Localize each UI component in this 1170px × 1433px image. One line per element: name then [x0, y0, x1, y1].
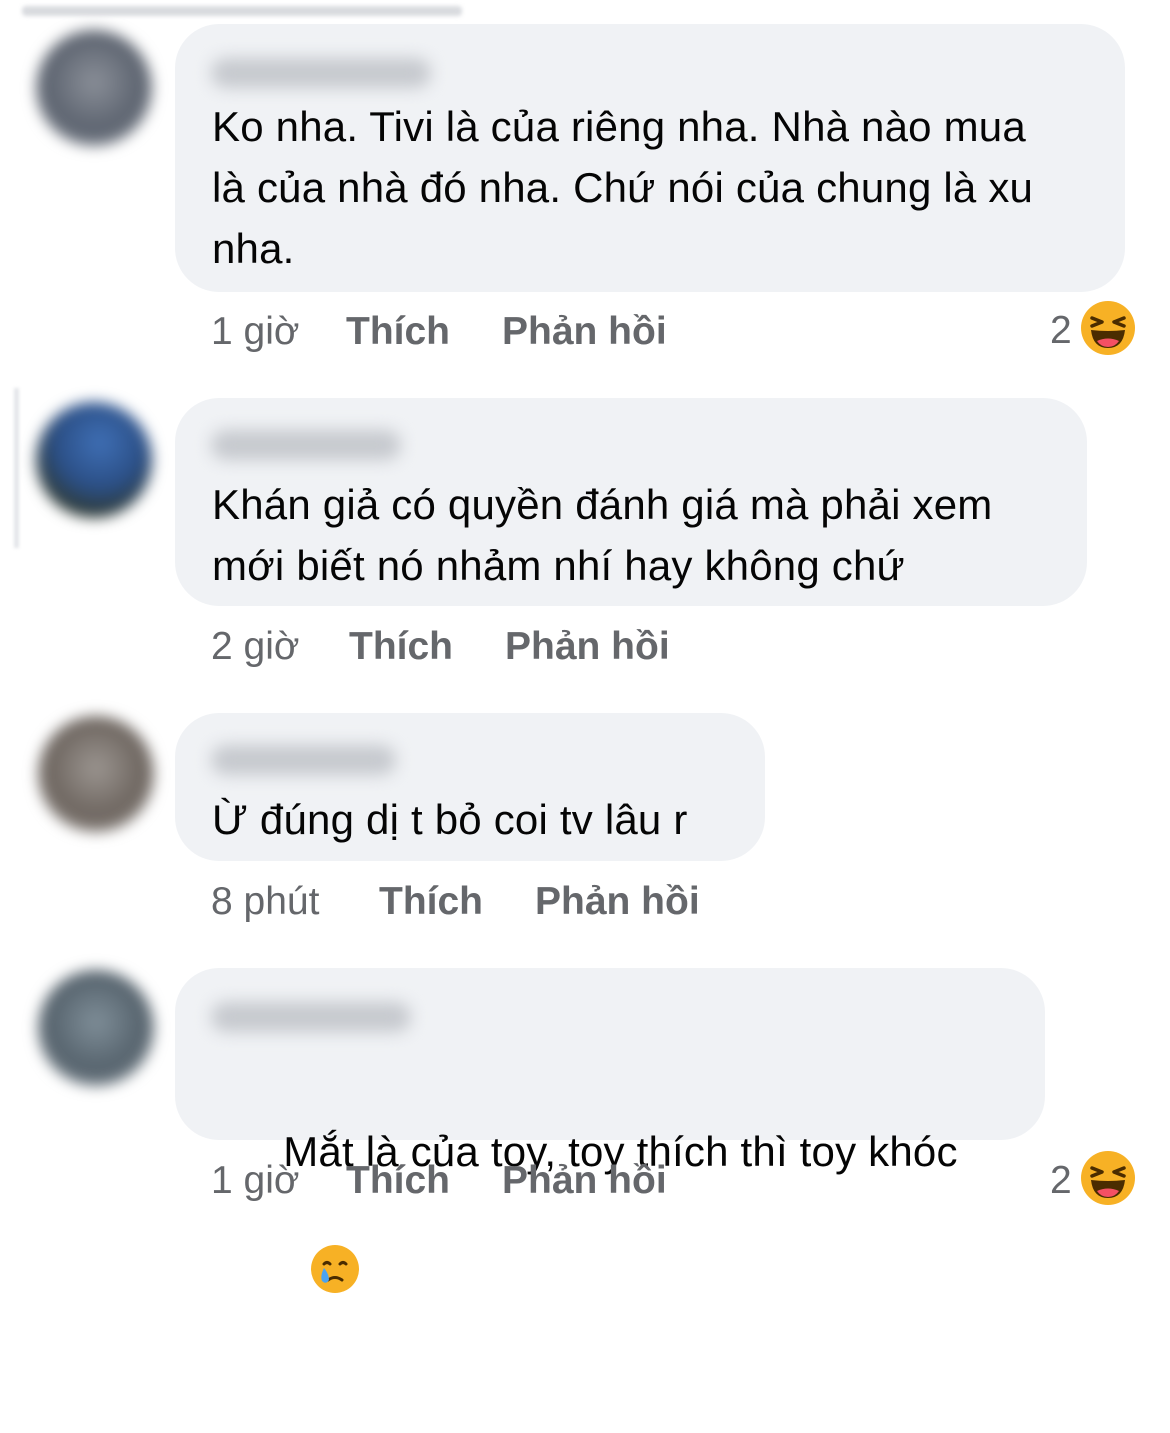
- like-button[interactable]: Thích: [346, 1159, 450, 1203]
- like-button[interactable]: Thích: [349, 625, 453, 669]
- avatar[interactable]: [36, 30, 152, 146]
- author-name[interactable]: [211, 1002, 411, 1032]
- like-button[interactable]: Thích: [346, 310, 450, 354]
- comment-text: Khán giả có quyền đánh giá mà phải xem m…: [212, 481, 993, 589]
- avatar[interactable]: [36, 402, 152, 518]
- comment-bubble: Ừ đúng dị t bỏ coi tv lâu r: [175, 713, 765, 861]
- comment-time: 1 giờ: [211, 310, 300, 353]
- author-name[interactable]: [211, 58, 431, 88]
- reply-button[interactable]: Phản hồi: [502, 1159, 667, 1203]
- reaction-summary[interactable]: 2: [1050, 300, 1136, 361]
- comment-bubble: Ko nha. Tivi là của riêng nha. Nhà nào m…: [175, 24, 1125, 292]
- crying-face-icon: [214, 1182, 361, 1372]
- like-button[interactable]: Thích: [379, 880, 483, 924]
- thread-divider: [22, 6, 462, 16]
- avatar[interactable]: [38, 970, 154, 1086]
- reply-button[interactable]: Phản hồi: [505, 625, 670, 669]
- comment-text: Ừ đúng dị t bỏ coi tv lâu r: [212, 796, 688, 843]
- comment-time: 1 giờ: [211, 1159, 300, 1202]
- haha-icon: [1080, 300, 1136, 361]
- comment-time: 2 giờ: [211, 625, 300, 668]
- reply-button[interactable]: Phản hồi: [502, 310, 667, 354]
- comment-bubble: Khán giả có quyền đánh giá mà phải xem m…: [175, 398, 1087, 606]
- comment-text: Ko nha. Tivi là của riêng nha. Nhà nào m…: [212, 103, 1034, 272]
- author-name[interactable]: [211, 430, 401, 460]
- reaction-summary[interactable]: 2: [1050, 1150, 1136, 1211]
- haha-icon: [1080, 1150, 1136, 1211]
- avatar[interactable]: [38, 716, 154, 832]
- reaction-count: 2: [1050, 1158, 1072, 1202]
- reaction-count: 2: [1050, 308, 1072, 352]
- thread-line: [14, 388, 19, 548]
- comment-text: Mắt là của toy, toy thích thì toy khóc: [212, 1060, 1045, 1433]
- comment-time: 8 phút: [211, 880, 320, 923]
- comment-bubble: Mắt là của toy, toy thích thì toy khóc: [175, 968, 1045, 1293]
- author-name[interactable]: [211, 745, 396, 775]
- reply-button[interactable]: Phản hồi: [535, 880, 700, 924]
